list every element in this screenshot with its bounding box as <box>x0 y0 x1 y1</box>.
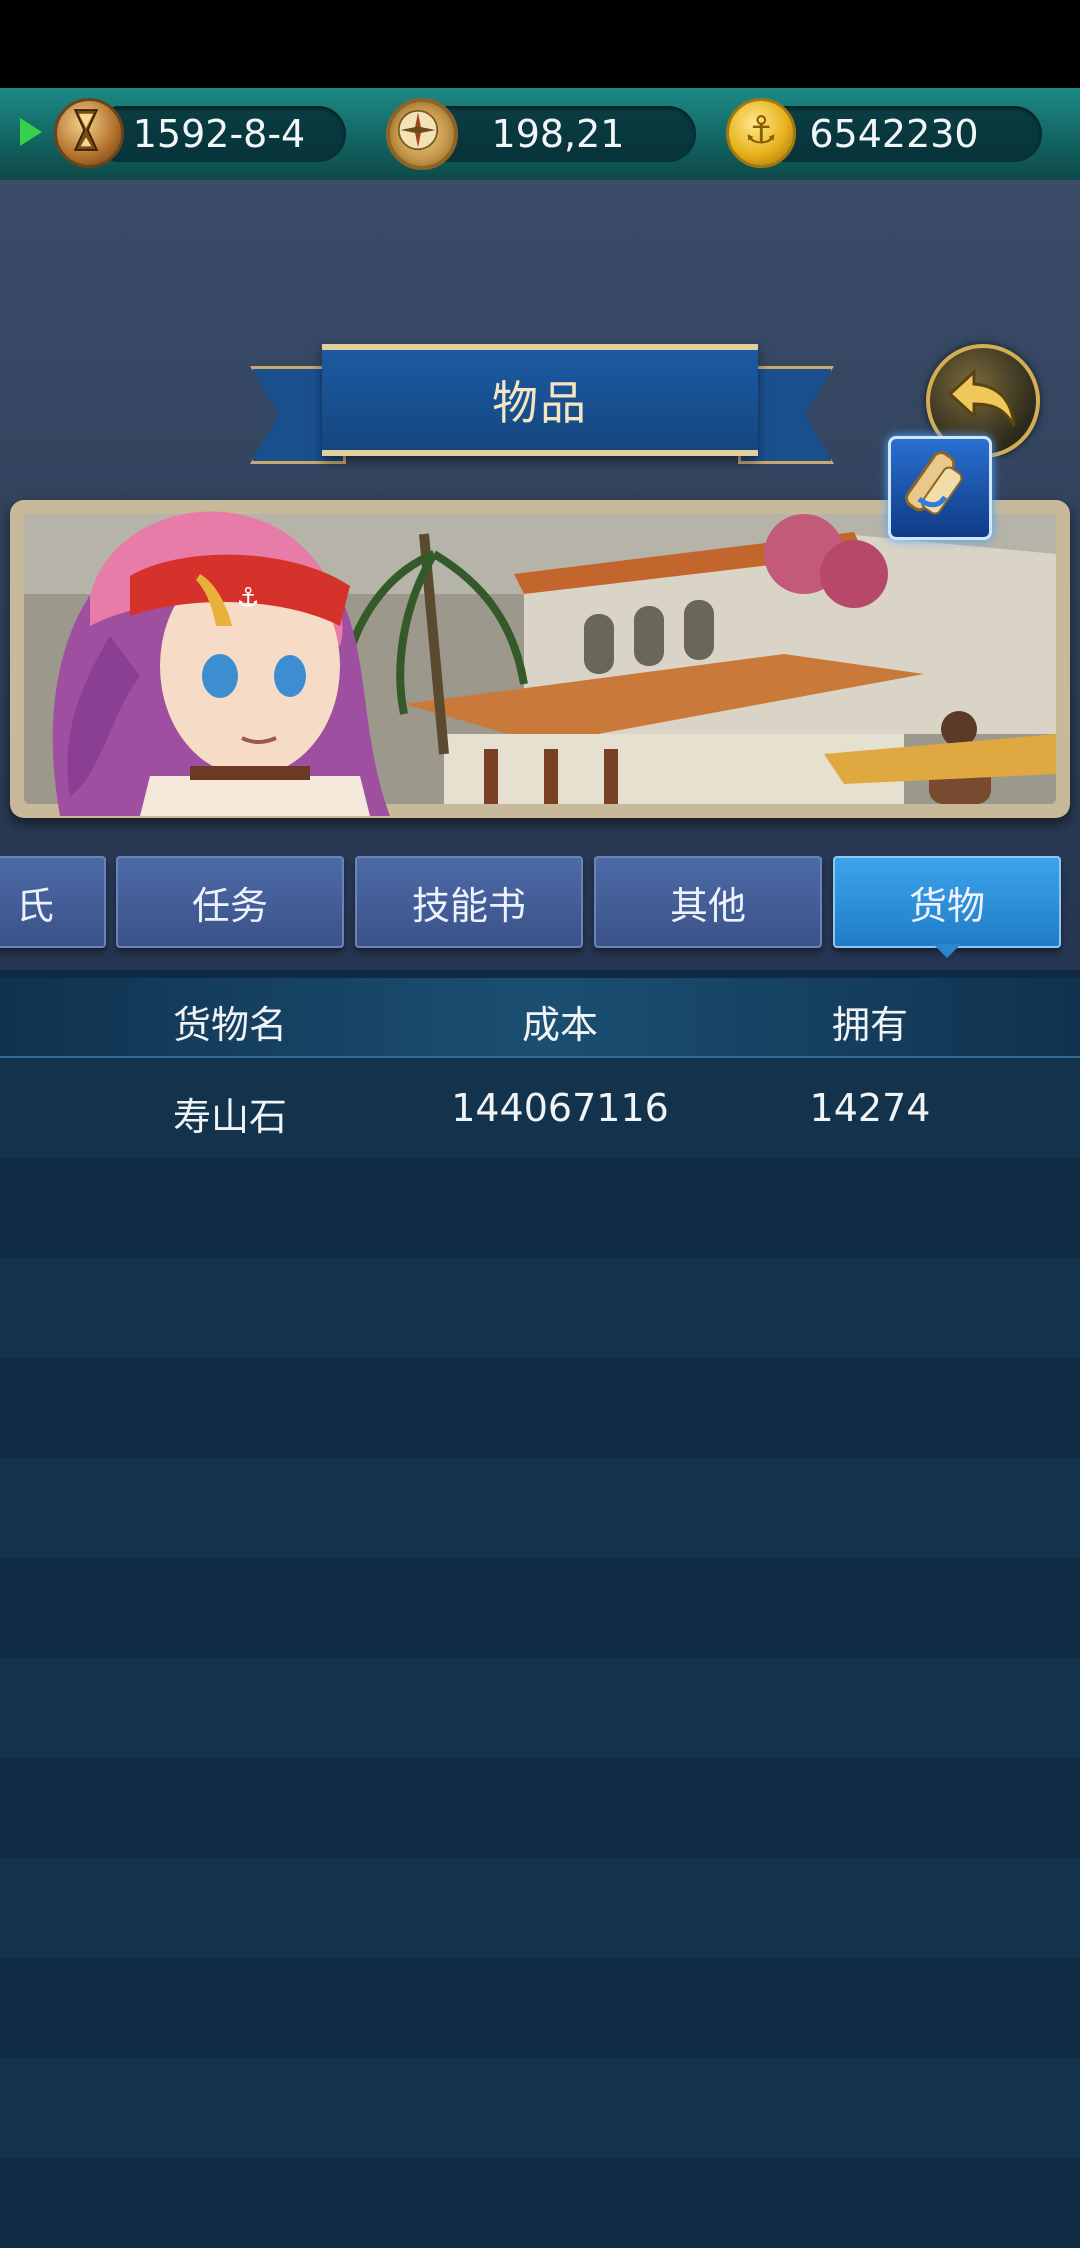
hourglass-icon <box>54 98 124 168</box>
coordinates-value: 198,21 <box>491 112 625 156</box>
empty-row <box>0 2058 1080 2158</box>
page-title-text: 物品 <box>492 376 588 430</box>
gold-value: 6542230 <box>809 112 979 156</box>
tab-partial[interactable]: 氏 <box>0 856 106 948</box>
empty-row <box>0 1458 1080 1558</box>
svg-text:⚓: ⚓ <box>236 583 259 613</box>
cargo-name: 寿山石 <box>172 1095 288 1139</box>
cargo-cost: 144067116 <box>451 1086 669 1130</box>
tab-label: 其他 <box>669 883 746 928</box>
page-title: 物品 <box>322 344 758 456</box>
scroll-icon <box>905 451 963 515</box>
empty-row <box>0 1258 1080 1358</box>
cargo-list: 寿山石 144067116 14274 <box>0 1058 1080 2248</box>
scroll-item-button[interactable] <box>888 436 992 540</box>
empty-row <box>0 1858 1080 1958</box>
column-header-cost: 成本 <box>521 1003 599 1047</box>
category-tabs: 氏 任务 技能书 其他 货物 <box>0 852 1080 950</box>
coordinates-display: 198,21 <box>420 106 696 162</box>
tab-label: 技能书 <box>411 883 526 928</box>
back-arrow-icon <box>947 368 1016 427</box>
active-tab-pointer <box>933 944 961 958</box>
tab-other[interactable]: 其他 <box>594 856 822 948</box>
table-row[interactable]: 寿山石 144067116 14274 <box>0 1058 1080 1158</box>
date-value: 1592-8-4 <box>132 112 306 156</box>
compass-icon <box>386 98 458 170</box>
empty-row <box>0 1558 1080 1658</box>
character-portrait: ⚓ <box>52 511 390 816</box>
resource-bar: 1592-8-4 198,21 6542230 ⚓ <box>0 88 1080 183</box>
game-screen: 1592-8-4 198,21 6542230 ⚓ 物品 ⚓ 氏 任务 技能书 … <box>0 0 1080 2248</box>
tab-cargo[interactable]: 货物 <box>833 856 1061 948</box>
tab-tasks[interactable]: 任务 <box>116 856 344 948</box>
status-area <box>0 0 1080 88</box>
date-display: 1592-8-4 <box>92 106 346 162</box>
tab-label: 任务 <box>191 883 268 928</box>
empty-row <box>0 1358 1080 1458</box>
column-header-name: 货物名 <box>172 1003 288 1047</box>
empty-row <box>0 1758 1080 1858</box>
cargo-owned: 14274 <box>809 1086 931 1130</box>
anchor-coin-icon: ⚓ <box>726 98 796 168</box>
empty-row <box>0 1158 1080 1258</box>
tab-skill-books[interactable]: 技能书 <box>355 856 583 948</box>
table-header: 货物名 成本 拥有 <box>0 978 1080 1058</box>
tab-label: 氏 <box>16 883 55 928</box>
tab-label: 货物 <box>908 883 985 928</box>
empty-row <box>0 1958 1080 2058</box>
play-icon[interactable] <box>20 118 42 146</box>
column-header-owned: 拥有 <box>831 1003 909 1047</box>
empty-row <box>0 2158 1080 2248</box>
empty-row <box>0 1658 1080 1758</box>
